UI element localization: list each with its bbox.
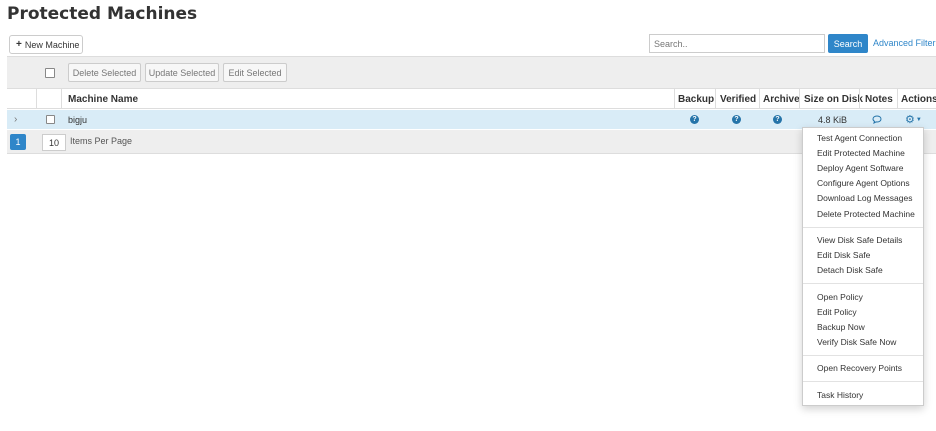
menu-edit-disk-safe[interactable]: Edit Disk Safe (817, 250, 870, 260)
new-machine-button[interactable]: + New Machine (9, 35, 83, 54)
col-actions: Actions (901, 93, 936, 105)
gear-icon: ⚙ (905, 114, 915, 126)
menu-view-disk-safe-details[interactable]: View Disk Safe Details (817, 235, 902, 245)
search-placeholder: Search.. (654, 38, 688, 49)
menu-edit-protected-machine[interactable]: Edit Protected Machine (817, 148, 905, 158)
machine-name-cell[interactable]: bigju (68, 110, 87, 129)
col-backup[interactable]: Backup (678, 89, 714, 109)
menu-test-agent-connection[interactable]: Test Agent Connection (817, 133, 902, 143)
table-row[interactable]: › bigju ? ? ? 4.8 KiB ⚙ ▼ (7, 110, 936, 129)
col-archive[interactable]: Archive (763, 89, 800, 109)
verified-status-icon[interactable]: ? (732, 115, 741, 124)
expand-chevron-icon[interactable]: › (14, 110, 17, 129)
menu-configure-agent-options[interactable]: Configure Agent Options (817, 178, 910, 188)
menu-open-recovery-points[interactable]: Open Recovery Points (817, 363, 902, 373)
new-machine-label: New Machine (24, 39, 80, 50)
menu-divider (803, 227, 923, 228)
menu-divider (803, 283, 923, 284)
menu-open-policy[interactable]: Open Policy (817, 292, 863, 302)
bulk-actions-toolbar: Delete Selected Update Selected Edit Sel… (7, 56, 936, 88)
menu-detach-disk-safe[interactable]: Detach Disk Safe (817, 265, 883, 275)
menu-divider (803, 381, 923, 382)
menu-deploy-agent-software[interactable]: Deploy Agent Software (817, 163, 903, 173)
menu-backup-now[interactable]: Backup Now (817, 322, 865, 332)
col-size-on-disk[interactable]: Size on Disk (804, 89, 863, 109)
select-all-checkbox[interactable] (45, 68, 55, 78)
page-1-button[interactable]: 1 (10, 134, 26, 150)
delete-selected-button[interactable]: Delete Selected (68, 63, 141, 82)
items-per-page-select[interactable]: 10 (42, 134, 66, 151)
advanced-filter-link[interactable]: Advanced Filter (873, 38, 936, 48)
menu-delete-protected-machine[interactable]: Delete Protected Machine (817, 209, 915, 219)
edit-selected-button[interactable]: Edit Selected (223, 63, 287, 82)
backup-status-icon[interactable]: ? (690, 115, 699, 124)
menu-task-history[interactable]: Task History (817, 390, 863, 400)
table-header: Machine Name Backup Verified Archive Siz… (7, 88, 936, 109)
menu-divider (803, 355, 923, 356)
search-input[interactable]: Search.. (649, 34, 825, 53)
caret-down-icon: ▼ (915, 116, 922, 123)
search-button[interactable]: Search (828, 34, 868, 53)
row-checkbox[interactable] (46, 115, 55, 124)
menu-download-log-messages[interactable]: Download Log Messages (817, 193, 912, 203)
pagination-bar: 1 10 Items Per Page (7, 130, 936, 154)
page-title: Protected Machines (7, 4, 198, 24)
archive-status-icon[interactable]: ? (773, 115, 782, 124)
col-machine-name[interactable]: Machine Name (68, 89, 138, 109)
plus-icon: + (16, 39, 22, 50)
col-verified[interactable]: Verified (720, 89, 756, 109)
menu-edit-policy[interactable]: Edit Policy (817, 307, 857, 317)
col-notes[interactable]: Notes (865, 89, 893, 109)
update-selected-button[interactable]: Update Selected (145, 63, 219, 82)
menu-verify-disk-safe-now[interactable]: Verify Disk Safe Now (817, 337, 896, 347)
items-per-page-label: Items Per Page (70, 136, 133, 146)
actions-dropdown-menu: Test Agent Connection Edit Protected Mac… (802, 127, 924, 406)
